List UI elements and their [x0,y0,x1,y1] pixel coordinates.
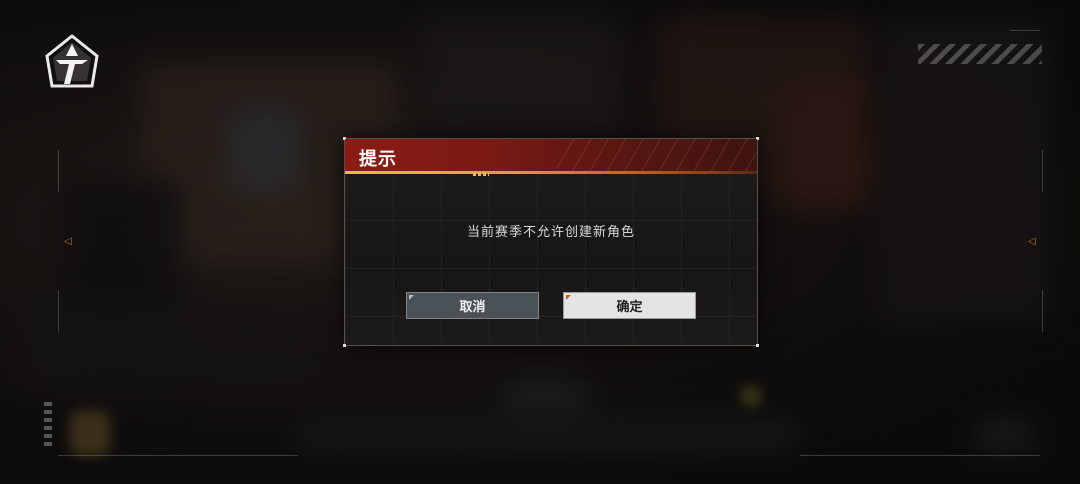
cancel-button[interactable]: 取消 [406,292,539,319]
button-corner-icon [409,295,414,300]
hud-frame-line [800,455,1040,456]
hud-frame-line [1042,290,1043,332]
hud-stripes [918,44,1042,64]
hud-frame-line [1010,30,1040,31]
header-accent-notch [473,173,489,176]
dialog-header: 提示 [345,139,757,171]
prompt-dialog: 提示 当前赛季不允许创建新角色 取消 确定 [343,137,759,347]
header-accent-line [345,171,757,174]
dialog-corner [756,344,759,347]
hud-frame-line [58,455,298,456]
confirm-button[interactable]: 确定 [563,292,696,319]
hud-frame-line [1042,150,1043,192]
header-decoration [557,139,757,171]
cancel-button-label: 取消 [459,300,486,315]
triangle-left-icon: ◁ [64,236,72,247]
confirm-button-label: 确定 [616,300,643,315]
dialog-title: 提示 [359,149,397,170]
game-emblem-icon [45,34,99,88]
button-corner-icon [566,295,571,300]
dialog-corner [343,344,346,347]
dialog-grid-pattern [345,172,757,345]
dialog-message: 当前赛季不允许创建新角色 [466,225,635,240]
hud-frame-line [58,150,59,192]
hud-ticks [44,402,52,450]
hud-frame-line [58,290,59,332]
triangle-right-icon: ◁ [1028,236,1036,247]
